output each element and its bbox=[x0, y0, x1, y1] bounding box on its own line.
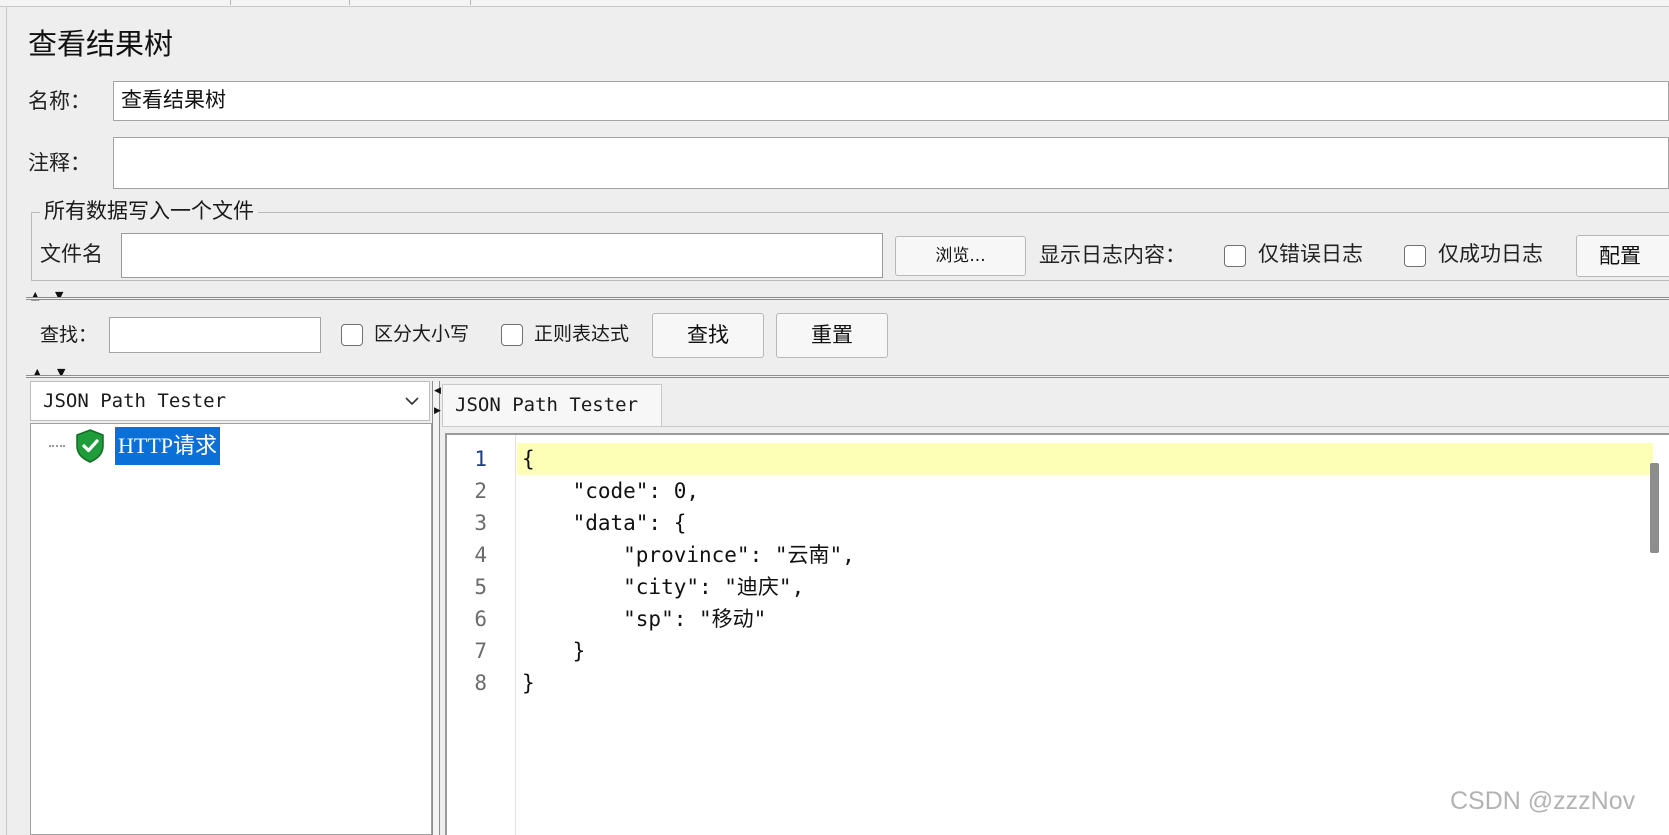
case-sensitive-label: 区分大小写 bbox=[374, 323, 470, 345]
shield-check-icon bbox=[76, 429, 104, 463]
tree-connector bbox=[49, 445, 65, 447]
log-content-label: 显示日志内容： bbox=[1039, 243, 1186, 267]
errors-only-label: 仅错误日志 bbox=[1258, 242, 1363, 266]
configure-button[interactable]: 配置 bbox=[1576, 235, 1669, 277]
code-line: { bbox=[522, 447, 535, 471]
horizontal-splitter[interactable] bbox=[26, 375, 1669, 378]
line-number: 3 bbox=[474, 511, 487, 535]
group-title: 所有数据写入一个文件 bbox=[40, 198, 258, 224]
regex-label: 正则表达式 bbox=[534, 323, 630, 345]
current-line-highlight bbox=[517, 443, 1653, 475]
tab-separator bbox=[349, 0, 350, 5]
case-sensitive-checkbox[interactable] bbox=[341, 324, 363, 346]
collapse-left-arrow[interactable]: ◀ bbox=[434, 386, 441, 396]
code-line: "data": { bbox=[522, 511, 687, 535]
left-border bbox=[6, 6, 7, 835]
line-number: 7 bbox=[474, 639, 487, 663]
code-line: } bbox=[522, 639, 586, 663]
reset-button[interactable]: 重置 bbox=[776, 313, 888, 358]
filename-label: 文件名 bbox=[40, 242, 103, 266]
top-tab-strip bbox=[0, 0, 1669, 7]
tab-separator bbox=[230, 0, 231, 5]
line-number: 2 bbox=[474, 479, 487, 503]
tab-separator bbox=[470, 0, 471, 5]
horizontal-splitter[interactable] bbox=[26, 297, 1669, 300]
renderer-select-value: JSON Path Tester bbox=[43, 390, 227, 412]
regex-checkbox[interactable] bbox=[501, 324, 523, 346]
vertical-scrollbar-thumb[interactable] bbox=[1650, 463, 1659, 553]
code-line: "code": 0, bbox=[522, 479, 700, 503]
page-title: 查看结果树 bbox=[28, 27, 174, 61]
line-number: 8 bbox=[474, 671, 487, 695]
json-response-viewer[interactable]: 1 2 3 4 5 6 7 8 { "code": 0, "data": { "… bbox=[445, 433, 1669, 835]
tree-node-http-request[interactable]: HTTP请求 bbox=[115, 427, 221, 465]
code-line: "sp": "移动" bbox=[522, 607, 767, 631]
errors-only-checkbox[interactable] bbox=[1224, 245, 1246, 267]
vertical-splitter[interactable] bbox=[432, 381, 440, 835]
line-number: 1 bbox=[474, 447, 487, 471]
success-only-checkbox[interactable] bbox=[1404, 245, 1426, 267]
code-line: "city": "迪庆", bbox=[522, 575, 805, 599]
search-input[interactable] bbox=[109, 317, 321, 353]
watermark: CSDN @zzzNov bbox=[1450, 787, 1636, 815]
line-number: 6 bbox=[474, 607, 487, 631]
search-label: 查找： bbox=[40, 324, 98, 346]
tab-json-path-tester[interactable]: JSON Path Tester bbox=[442, 384, 662, 426]
success-only-label: 仅成功日志 bbox=[1438, 242, 1543, 266]
renderer-select[interactable]: JSON Path Tester bbox=[30, 381, 430, 421]
browse-button[interactable]: 浏览... bbox=[895, 236, 1026, 276]
results-tree bbox=[30, 423, 432, 835]
comment-label: 注释： bbox=[28, 151, 91, 175]
find-button[interactable]: 查找 bbox=[652, 313, 764, 358]
name-label: 名称： bbox=[28, 89, 91, 113]
tab-underline bbox=[442, 426, 1669, 427]
name-field[interactable]: 查看结果树 bbox=[113, 81, 1669, 121]
line-number: 5 bbox=[474, 575, 487, 599]
filename-input[interactable] bbox=[121, 233, 883, 278]
code-line: "province": "云南", bbox=[522, 543, 855, 567]
collapse-right-arrow[interactable]: ▶ bbox=[434, 406, 441, 416]
chevron-down-icon bbox=[405, 397, 419, 406]
line-number: 4 bbox=[474, 543, 487, 567]
code-line: } bbox=[522, 671, 535, 695]
comment-field[interactable] bbox=[113, 137, 1669, 189]
